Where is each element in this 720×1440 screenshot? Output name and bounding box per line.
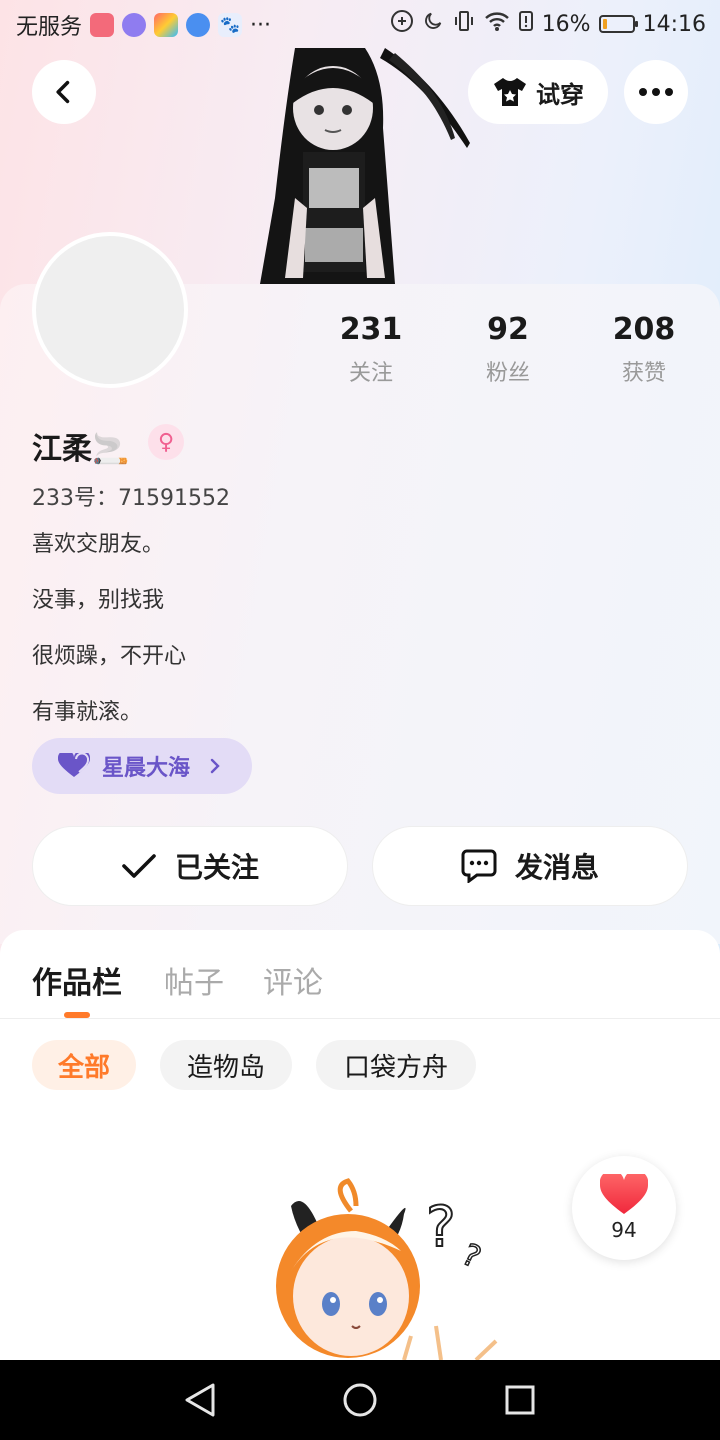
following-button[interactable]: 已关注	[32, 826, 348, 906]
chevron-left-icon	[56, 80, 70, 104]
empty-state-illustration: ? ?	[276, 1178, 498, 1360]
bio-line: 喜欢交朋友。	[32, 532, 165, 557]
stat-value: 231	[339, 312, 403, 347]
avatar-character-image	[260, 48, 470, 284]
bio-line: 有事就滚。	[32, 700, 143, 725]
stat-fans[interactable]: 92 粉丝	[448, 312, 568, 387]
svg-text:?: ?	[426, 1195, 456, 1260]
bio-line: 很烦躁，不开心	[32, 644, 187, 669]
stat-likes[interactable]: 208 获赞	[584, 312, 704, 387]
more-notifications-indicator: ···	[250, 12, 271, 38]
stat-label: 粉丝	[485, 361, 530, 386]
triangle-back-icon	[185, 1383, 215, 1417]
nav-recents-button[interactable]	[498, 1378, 542, 1422]
stat-value: 92	[487, 312, 529, 347]
filter-pocket-ark[interactable]: 口袋方舟	[316, 1040, 476, 1090]
filter-all[interactable]: 全部	[32, 1040, 136, 1090]
svg-text:?: ?	[457, 1237, 486, 1275]
tab-works[interactable]: 作品栏	[32, 958, 122, 1002]
battery-percent: 16%	[541, 11, 591, 37]
status-bar: 无服务 🐾 ··· 16% 14:16	[0, 0, 720, 48]
system-nav-bar	[0, 1360, 720, 1440]
stat-value: 208	[612, 312, 676, 347]
filter-creation-island[interactable]: 造物岛	[160, 1040, 292, 1090]
try-on-button[interactable]: 试穿	[468, 60, 608, 124]
avatar[interactable]	[32, 232, 188, 388]
bio-line: 没事，别找我	[32, 588, 165, 613]
check-icon	[122, 854, 156, 878]
tshirt-icon	[494, 78, 526, 106]
like-button[interactable]: 94	[572, 1156, 676, 1260]
battery-alert-icon	[518, 10, 534, 38]
music-app-icon	[122, 13, 147, 37]
tabs-divider	[0, 1018, 720, 1019]
more-horizontal-icon	[639, 88, 673, 96]
group-name: 星晨大海	[102, 756, 191, 781]
shop-app-icon	[90, 13, 115, 37]
nav-back-button[interactable]	[178, 1378, 222, 1422]
gallery-app-icon	[154, 13, 179, 37]
try-on-label: 试穿	[536, 80, 584, 109]
data-saver-icon	[390, 9, 414, 39]
square-recents-icon	[505, 1385, 535, 1415]
stat-label: 关注	[348, 361, 393, 386]
stat-following[interactable]: 231 关注	[311, 312, 431, 387]
moon-icon	[422, 10, 444, 38]
more-button[interactable]	[624, 60, 688, 124]
following-label: 已关注	[174, 851, 259, 884]
heart-icon	[600, 1174, 648, 1214]
tab-posts[interactable]: 帖子	[164, 958, 224, 1002]
chat-bubble-icon	[461, 849, 497, 883]
carrier-label: 无服务	[16, 15, 83, 40]
back-button[interactable]	[32, 60, 96, 124]
user-id[interactable]: 233号：71591552	[32, 480, 230, 512]
battery-icon	[598, 15, 638, 33]
browser-app-icon	[186, 13, 211, 37]
profile-name: 江柔🚬	[32, 432, 130, 467]
like-count: 94	[611, 1218, 637, 1242]
wifi-icon	[484, 10, 510, 38]
chevron-right-icon	[210, 758, 220, 774]
nav-home-button[interactable]	[338, 1378, 382, 1422]
female-icon: ♀	[148, 424, 184, 460]
send-message-label: 发消息	[514, 851, 599, 884]
circle-home-icon	[343, 1383, 377, 1417]
stat-label: 获赞	[621, 361, 666, 386]
heart-icon	[58, 753, 90, 777]
vibrate-icon	[452, 9, 476, 39]
tab-comments[interactable]: 评论	[263, 958, 323, 1002]
group-badge[interactable]: 星晨大海	[32, 738, 252, 794]
baidu-app-icon: 🐾	[218, 13, 243, 37]
clock: 14:16	[642, 11, 706, 37]
send-message-button[interactable]: 发消息	[372, 826, 688, 906]
